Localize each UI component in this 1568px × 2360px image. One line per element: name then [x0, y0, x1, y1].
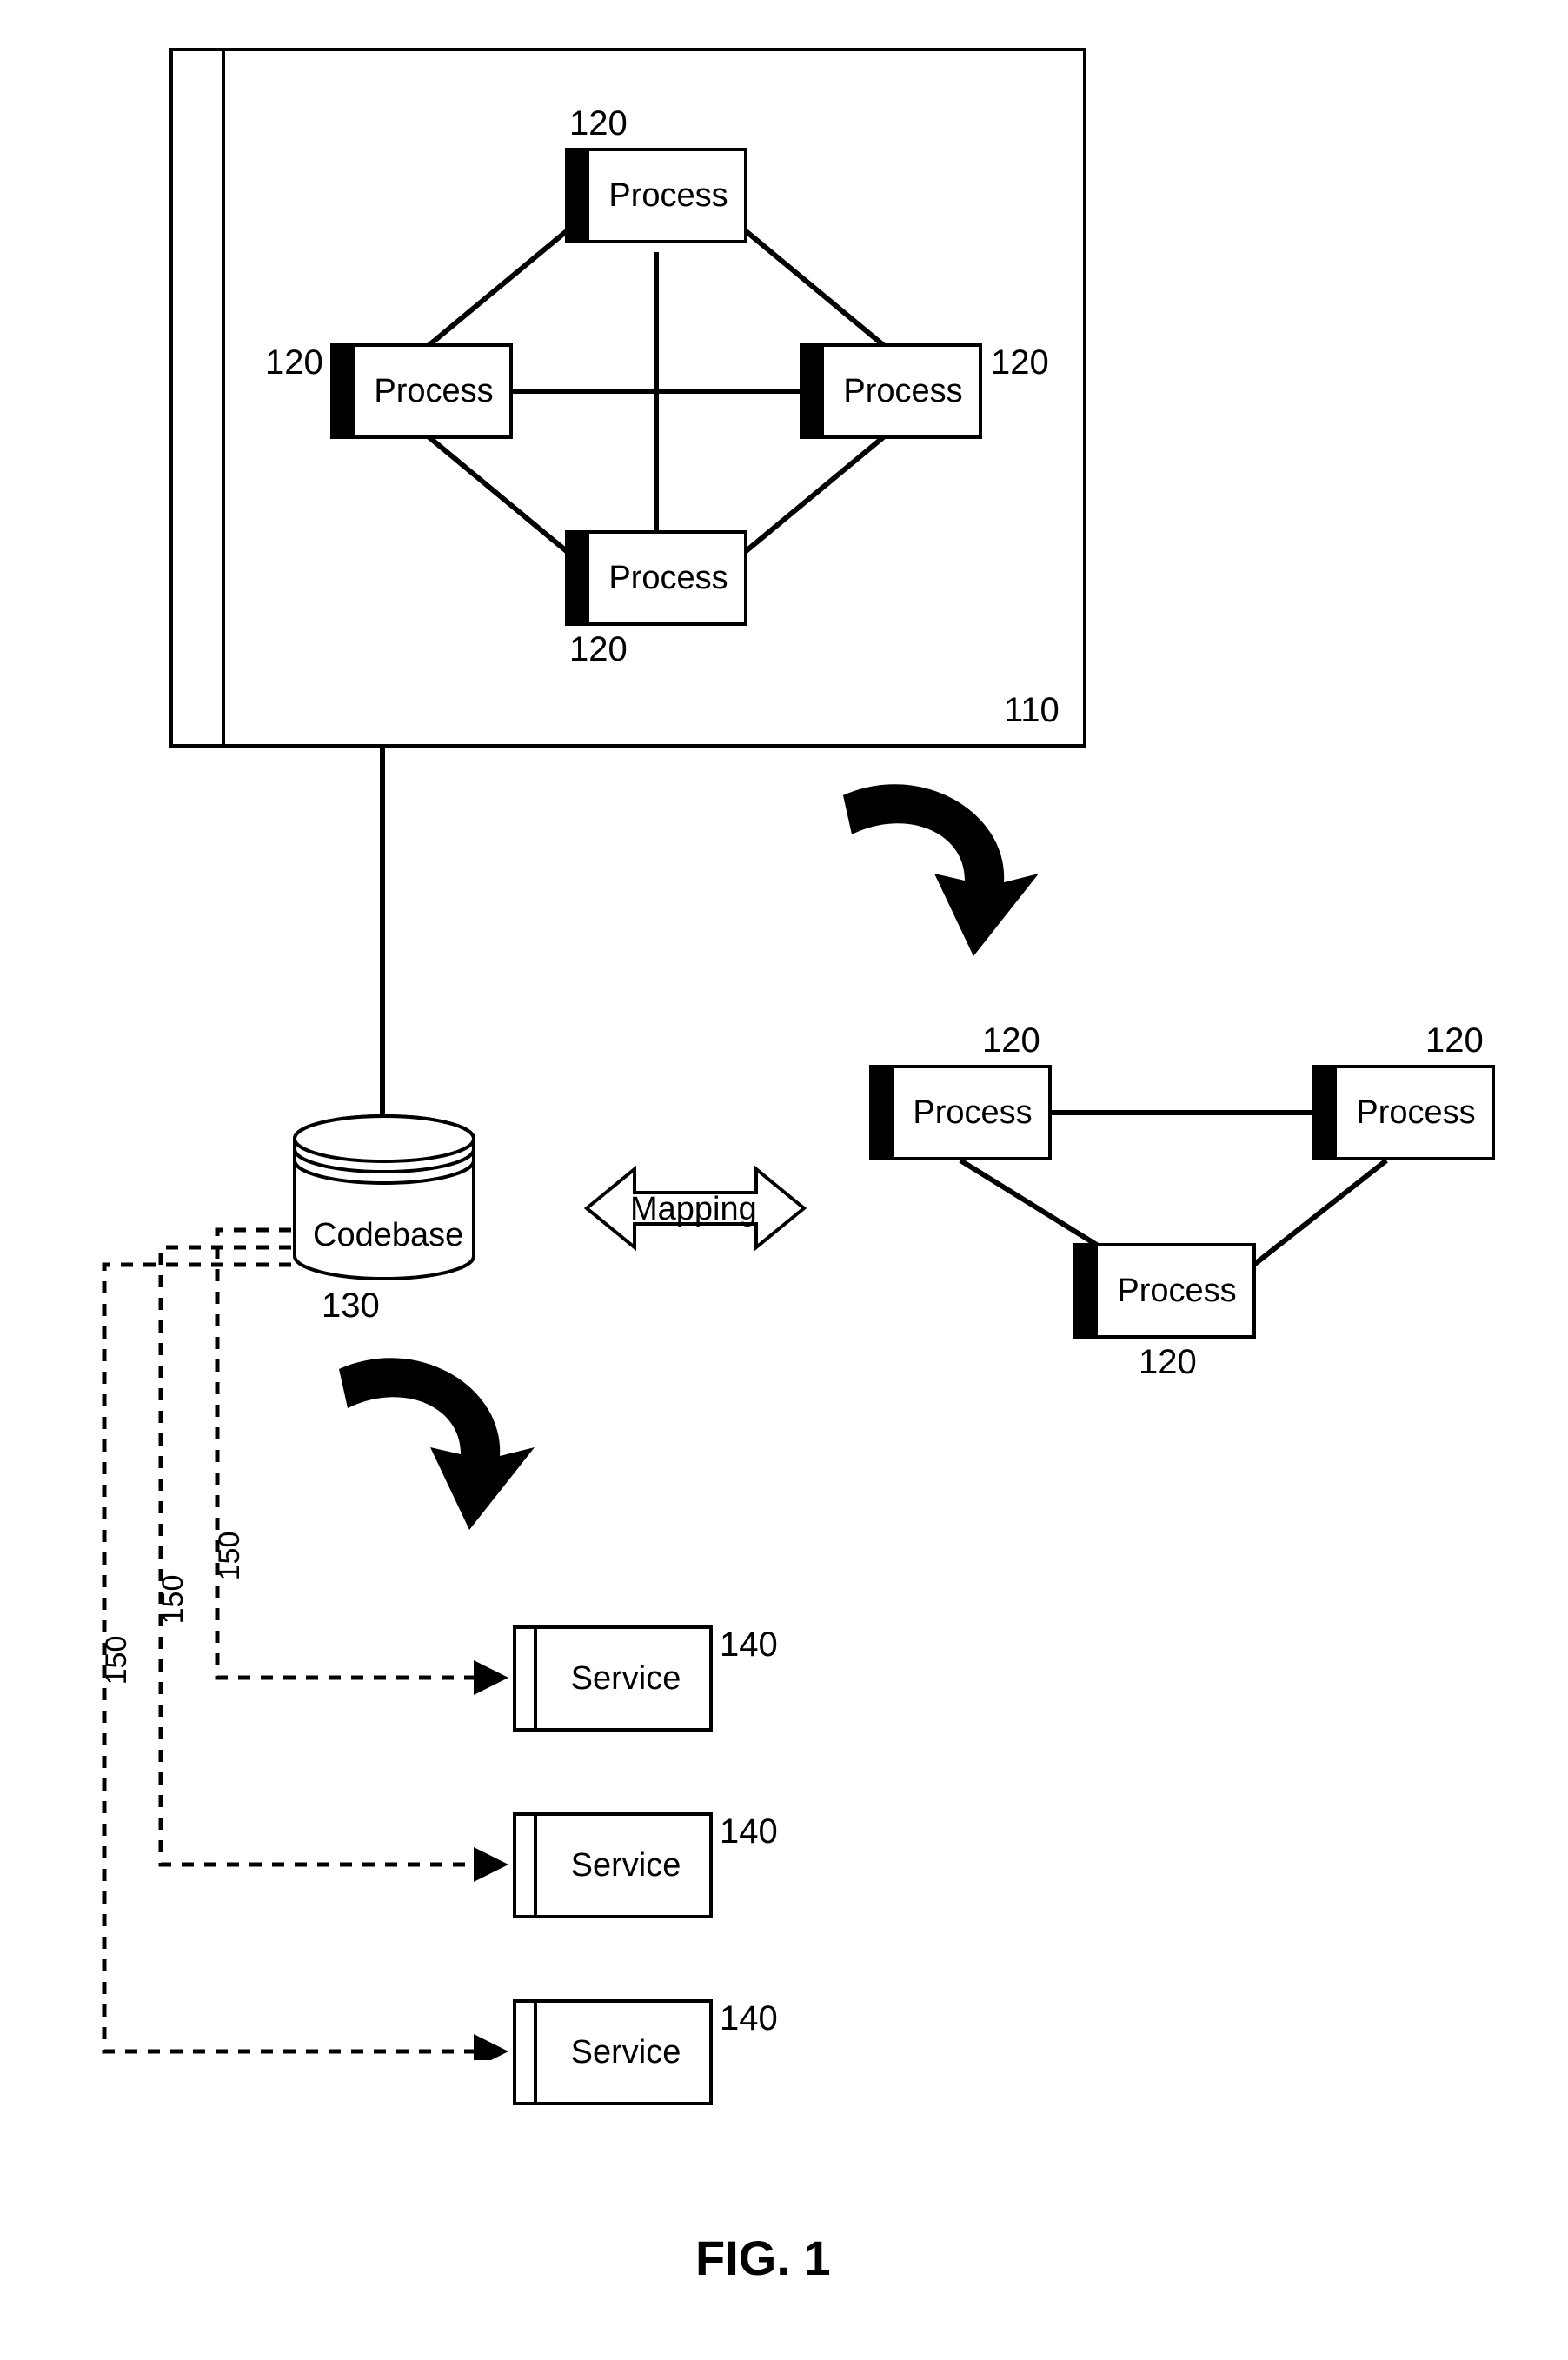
service-box: Service — [513, 1812, 713, 1918]
service-label: Service — [542, 1816, 709, 1915]
process-box-bottom: Process — [565, 530, 747, 626]
svg-text:150: 150 — [100, 1636, 133, 1685]
ref-110: 110 — [1004, 691, 1060, 730]
process-box-top: Process — [565, 148, 747, 243]
process-box-accent — [565, 148, 589, 243]
dashed-connectors: 150 150 150 — [61, 1182, 522, 2060]
process-box-accent — [565, 530, 589, 626]
process-box-ext-bottom: Process — [1073, 1243, 1256, 1339]
service-box: Service — [513, 1625, 713, 1732]
process-label: Process — [358, 347, 509, 435]
process-box-right: Process — [800, 343, 982, 439]
process-label: Process — [827, 347, 979, 435]
ref-120: 120 — [1425, 1021, 1484, 1060]
process-label: Process — [897, 1068, 1048, 1157]
process-box-ext-right: Process — [1312, 1065, 1495, 1160]
process-box-accent — [869, 1065, 894, 1160]
svg-text:150: 150 — [156, 1575, 189, 1625]
process-box-ext-left: Process — [869, 1065, 1052, 1160]
process-box-left: Process — [330, 343, 513, 439]
process-label: Process — [1340, 1068, 1492, 1157]
ref-120: 120 — [1139, 1343, 1197, 1382]
process-box-accent — [800, 343, 824, 439]
ref-120: 120 — [982, 1021, 1040, 1060]
process-box-accent — [1312, 1065, 1337, 1160]
figure-1-diagram: Process 120 Process 120 Process 120 Proc… — [0, 0, 1568, 2360]
service-box-strip — [534, 1625, 537, 1732]
process-label: Process — [593, 151, 744, 240]
process-box-accent — [1073, 1243, 1098, 1339]
process-box-accent — [330, 343, 355, 439]
ref-120: 120 — [991, 343, 1049, 382]
mapping-label: Mapping — [630, 1191, 757, 1228]
service-box-strip — [534, 1999, 537, 2105]
ref-140: 140 — [720, 1812, 778, 1851]
ref-140: 140 — [720, 1999, 778, 2038]
service-label: Service — [542, 1629, 709, 1728]
ref-120: 120 — [265, 343, 323, 382]
figure-title: FIG. 1 — [695, 2230, 831, 2286]
process-label: Process — [593, 534, 744, 622]
service-label: Service — [542, 2003, 709, 2102]
monolith-to-codebase-connector — [374, 748, 391, 1117]
transition-arrow-icon — [817, 769, 1043, 978]
ref-120: 120 — [569, 630, 628, 669]
ref-120: 120 — [569, 104, 628, 143]
svg-text:150: 150 — [213, 1532, 246, 1581]
service-box: Service — [513, 1999, 713, 2105]
process-label: Process — [1101, 1246, 1252, 1335]
ref-140: 140 — [720, 1625, 778, 1665]
service-box-strip — [534, 1812, 537, 1918]
